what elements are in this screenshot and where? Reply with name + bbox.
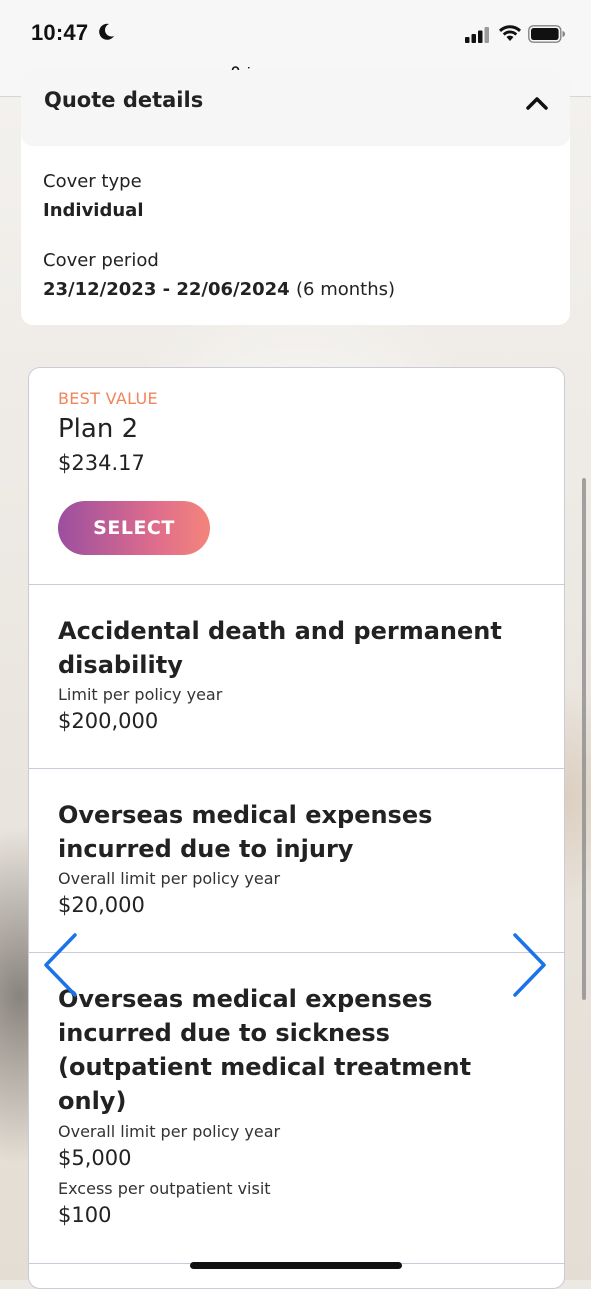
chevron-up-icon[interactable]: [526, 95, 548, 114]
benefit-excess-label: Excess per outpatient visit: [58, 1179, 271, 1198]
cover-type-label: Cover type: [43, 171, 142, 192]
benefit-limit-amount: $20,000: [58, 893, 145, 917]
quote-details-header[interactable]: Quote details: [21, 70, 570, 146]
chevron-right-icon[interactable]: [512, 933, 548, 1001]
benefit-limit-amount: $200,000: [58, 709, 159, 733]
benefit-title: Overseas medical expenses incurred due t…: [58, 801, 433, 863]
status-time: 10:47: [31, 20, 89, 45]
home-indicator[interactable]: [190, 1262, 402, 1269]
plan-price: $234.17: [58, 451, 145, 475]
benefit-excess-amount: $100: [58, 1203, 112, 1227]
best-value-badge: BEST VALUE: [58, 389, 158, 408]
cover-period-value: 23/12/2023 - 22/06/2024 (6 months): [43, 279, 396, 300]
divider: [29, 768, 564, 769]
scrollbar[interactable]: [582, 478, 586, 1000]
moon-icon: [96, 22, 116, 46]
status-bar: 10:47: [0, 0, 591, 60]
quote-details-title: Quote details: [44, 88, 204, 112]
benefit-title: Overseas medical expenses incurred due t…: [58, 985, 472, 1115]
cover-period-label: Cover period: [43, 250, 159, 271]
signal-icon: [465, 27, 491, 47]
divider: [29, 584, 564, 585]
benefit-limit-label: Limit per policy year: [58, 685, 223, 704]
wifi-icon: [498, 24, 522, 46]
benefit-limit-amount: $5,000: [58, 1146, 132, 1170]
benefit-limit-label: Overall limit per policy year: [58, 1122, 281, 1141]
benefit-limit-label: Overall limit per policy year: [58, 869, 281, 888]
battery-icon: [528, 25, 566, 47]
chevron-left-icon[interactable]: [42, 933, 78, 1001]
plan-name: Plan 2: [58, 414, 139, 444]
quote-details-card: Quote details Cover type Individual Cove…: [21, 70, 570, 325]
divider: [29, 952, 564, 953]
cover-type-value: Individual: [43, 200, 144, 221]
plan-card: BEST VALUE Plan 2 $234.17 SELECT Acciden…: [28, 367, 565, 1289]
cover-period-duration: 6 months: [303, 279, 388, 300]
cover-period-dates: 23/12/2023 - 22/06/2024: [43, 279, 290, 300]
benefit-title: Accidental death and permanent disabilit…: [58, 617, 502, 679]
select-plan-button[interactable]: SELECT: [58, 501, 210, 555]
